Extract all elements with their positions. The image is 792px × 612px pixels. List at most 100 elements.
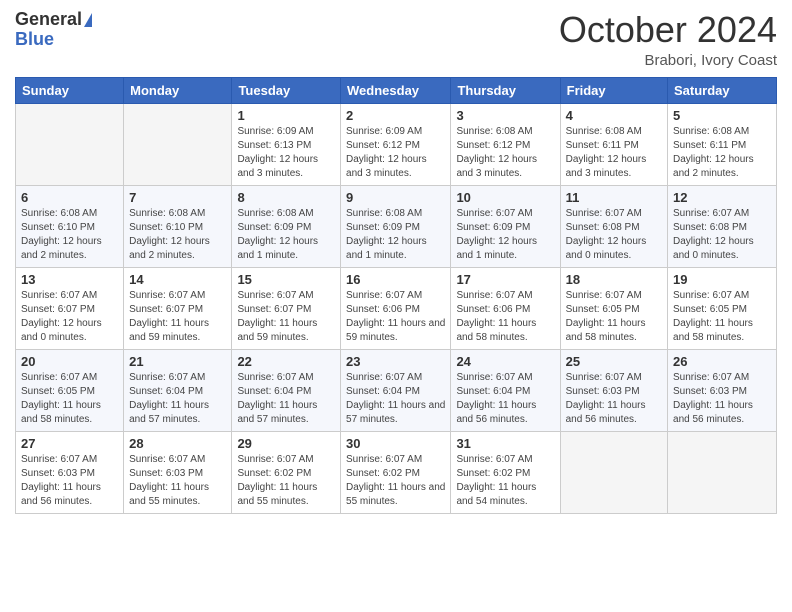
day-info: Sunrise: 6:07 AM Sunset: 6:04 PM Dayligh… [346, 371, 445, 427]
title-area: October 2024 Brabori, Ivory Coast [559, 10, 777, 69]
col-tuesday: Tuesday [232, 77, 341, 103]
table-row: 20 Sunrise: 6:07 AM Sunset: 6:05 PM Dayli… [16, 349, 124, 431]
table-row: 29 Sunrise: 6:07 AM Sunset: 6:02 PM Dayli… [232, 431, 341, 513]
header: General Blue October 2024 Brabori, Ivory… [15, 10, 777, 69]
table-row: 21Sunrise: 6:07 AM Sunset: 6:04 PM Dayli… [124, 349, 232, 431]
table-row [668, 431, 777, 513]
calendar-table: Sunday Monday Tuesday Wednesday Thursday… [15, 77, 777, 514]
day-number: 30 [346, 436, 445, 451]
col-monday: Monday [124, 77, 232, 103]
day-info: Sunrise: 6:07 AM Sunset: 6:08 PM Dayligh… [673, 207, 771, 263]
day-info: Sunrise: 6:07 AM Sunset: 6:03 PM Dayligh… [673, 371, 771, 427]
day-number: 16 [346, 272, 445, 287]
table-row: 24 Sunrise: 6:07 AM Sunset: 6:04 PM Dayli… [451, 349, 560, 431]
day-number: 31 [456, 436, 554, 451]
logo-icon [84, 13, 92, 27]
logo-general-text: General [15, 10, 82, 30]
day-info: Sunrise: 6:07 AM Sunset: 6:02 PM Dayligh… [237, 453, 335, 509]
logo: General Blue [15, 10, 92, 50]
day-number: 11 [566, 190, 662, 205]
day-info: Sunrise: 6:07 AM Sunset: 6:06 PM Dayligh… [346, 289, 445, 345]
table-row: 9Sunrise: 6:08 AM Sunset: 6:09 PM Daylig… [341, 185, 451, 267]
day-number: 6 [21, 190, 118, 205]
day-number: 5 [673, 108, 771, 123]
day-info: Sunrise: 6:07 AM Sunset: 6:05 PM Dayligh… [21, 371, 118, 427]
day-info: Sunrise: 6:07 AM Sunset: 6:05 PM Dayligh… [566, 289, 662, 345]
day-info: Sunrise: 6:07 AM Sunset: 6:03 PM Dayligh… [129, 453, 226, 509]
day-number: 26 [673, 354, 771, 369]
day-info: Sunrise: 6:07 AM Sunset: 6:02 PM Dayligh… [456, 453, 554, 509]
day-number: 29 [237, 436, 335, 451]
day-number: 15 [237, 272, 335, 287]
table-row: 2 Sunrise: 6:09 AM Sunset: 6:12 PM Daylig… [341, 103, 451, 185]
day-number: 13 [21, 272, 118, 287]
calendar-header-row: Sunday Monday Tuesday Wednesday Thursday… [16, 77, 777, 103]
col-sunday: Sunday [16, 77, 124, 103]
day-info: Sunrise: 6:08 AM Sunset: 6:09 PM Dayligh… [237, 207, 335, 263]
day-number: 14 [129, 272, 226, 287]
calendar-week-row: 20 Sunrise: 6:07 AM Sunset: 6:05 PM Dayli… [16, 349, 777, 431]
table-row: 12 Sunrise: 6:07 AM Sunset: 6:08 PM Dayli… [668, 185, 777, 267]
day-info: Sunrise: 6:07 AM Sunset: 6:04 PM Dayligh… [456, 371, 554, 427]
table-row: 6 Sunrise: 6:08 AM Sunset: 6:10 PM Daylig… [16, 185, 124, 267]
calendar-week-row: 13 Sunrise: 6:07 AM Sunset: 6:07 PM Dayli… [16, 267, 777, 349]
day-number: 10 [456, 190, 554, 205]
day-info: Sunrise: 6:08 AM Sunset: 6:12 PM Dayligh… [456, 125, 554, 181]
day-number: 20 [21, 354, 118, 369]
day-info: Sunrise: 6:07 AM Sunset: 6:08 PM Dayligh… [566, 207, 662, 263]
day-number: 18 [566, 272, 662, 287]
table-row: 18 Sunrise: 6:07 AM Sunset: 6:05 PM Dayli… [560, 267, 667, 349]
table-row: 15 Sunrise: 6:07 AM Sunset: 6:07 PM Dayli… [232, 267, 341, 349]
day-info: Sunrise: 6:07 AM Sunset: 6:03 PM Dayligh… [21, 453, 118, 509]
table-row: 26 Sunrise: 6:07 AM Sunset: 6:03 PM Dayli… [668, 349, 777, 431]
table-row: 25Sunrise: 6:07 AM Sunset: 6:03 PM Dayli… [560, 349, 667, 431]
table-row: 19Sunrise: 6:07 AM Sunset: 6:05 PM Dayli… [668, 267, 777, 349]
day-info: Sunrise: 6:07 AM Sunset: 6:06 PM Dayligh… [456, 289, 554, 345]
table-row: 8 Sunrise: 6:08 AM Sunset: 6:09 PM Daylig… [232, 185, 341, 267]
day-info: Sunrise: 6:07 AM Sunset: 6:09 PM Dayligh… [456, 207, 554, 263]
day-number: 2 [346, 108, 445, 123]
table-row: 7 Sunrise: 6:08 AM Sunset: 6:10 PM Daylig… [124, 185, 232, 267]
col-wednesday: Wednesday [341, 77, 451, 103]
logo-blue-text: Blue [15, 30, 54, 50]
day-info: Sunrise: 6:09 AM Sunset: 6:13 PM Dayligh… [237, 125, 335, 181]
day-number: 1 [237, 108, 335, 123]
day-number: 12 [673, 190, 771, 205]
day-info: Sunrise: 6:07 AM Sunset: 6:02 PM Dayligh… [346, 453, 445, 509]
day-info: Sunrise: 6:09 AM Sunset: 6:12 PM Dayligh… [346, 125, 445, 181]
table-row: 22Sunrise: 6:07 AM Sunset: 6:04 PM Dayli… [232, 349, 341, 431]
day-number: 7 [129, 190, 226, 205]
table-row: 11 Sunrise: 6:07 AM Sunset: 6:08 PM Dayli… [560, 185, 667, 267]
day-info: Sunrise: 6:08 AM Sunset: 6:11 PM Dayligh… [673, 125, 771, 181]
table-row: 13 Sunrise: 6:07 AM Sunset: 6:07 PM Dayli… [16, 267, 124, 349]
calendar-week-row: 27Sunrise: 6:07 AM Sunset: 6:03 PM Dayli… [16, 431, 777, 513]
page: General Blue October 2024 Brabori, Ivory… [0, 0, 792, 612]
location-title: Brabori, Ivory Coast [559, 52, 777, 69]
day-number: 8 [237, 190, 335, 205]
day-number: 23 [346, 354, 445, 369]
day-number: 17 [456, 272, 554, 287]
table-row [560, 431, 667, 513]
table-row: 5 Sunrise: 6:08 AM Sunset: 6:11 PM Daylig… [668, 103, 777, 185]
day-info: Sunrise: 6:07 AM Sunset: 6:07 PM Dayligh… [237, 289, 335, 345]
month-title: October 2024 [559, 10, 777, 50]
table-row: 1 Sunrise: 6:09 AM Sunset: 6:13 PM Daylig… [232, 103, 341, 185]
table-row: 30 Sunrise: 6:07 AM Sunset: 6:02 PM Dayli… [341, 431, 451, 513]
day-info: Sunrise: 6:07 AM Sunset: 6:07 PM Dayligh… [21, 289, 118, 345]
day-number: 21 [129, 354, 226, 369]
col-thursday: Thursday [451, 77, 560, 103]
table-row: 14 Sunrise: 6:07 AM Sunset: 6:07 PM Dayli… [124, 267, 232, 349]
table-row: 23 Sunrise: 6:07 AM Sunset: 6:04 PM Dayli… [341, 349, 451, 431]
day-info: Sunrise: 6:07 AM Sunset: 6:07 PM Dayligh… [129, 289, 226, 345]
calendar-week-row: 1 Sunrise: 6:09 AM Sunset: 6:13 PM Daylig… [16, 103, 777, 185]
table-row: 3Sunrise: 6:08 AM Sunset: 6:12 PM Daylig… [451, 103, 560, 185]
day-number: 24 [456, 354, 554, 369]
table-row: 27Sunrise: 6:07 AM Sunset: 6:03 PM Dayli… [16, 431, 124, 513]
day-info: Sunrise: 6:07 AM Sunset: 6:05 PM Dayligh… [673, 289, 771, 345]
table-row: 28Sunrise: 6:07 AM Sunset: 6:03 PM Dayli… [124, 431, 232, 513]
day-info: Sunrise: 6:08 AM Sunset: 6:10 PM Dayligh… [129, 207, 226, 263]
day-info: Sunrise: 6:07 AM Sunset: 6:03 PM Dayligh… [566, 371, 662, 427]
day-info: Sunrise: 6:08 AM Sunset: 6:11 PM Dayligh… [566, 125, 662, 181]
day-info: Sunrise: 6:08 AM Sunset: 6:10 PM Dayligh… [21, 207, 118, 263]
table-row: 17 Sunrise: 6:07 AM Sunset: 6:06 PM Dayli… [451, 267, 560, 349]
